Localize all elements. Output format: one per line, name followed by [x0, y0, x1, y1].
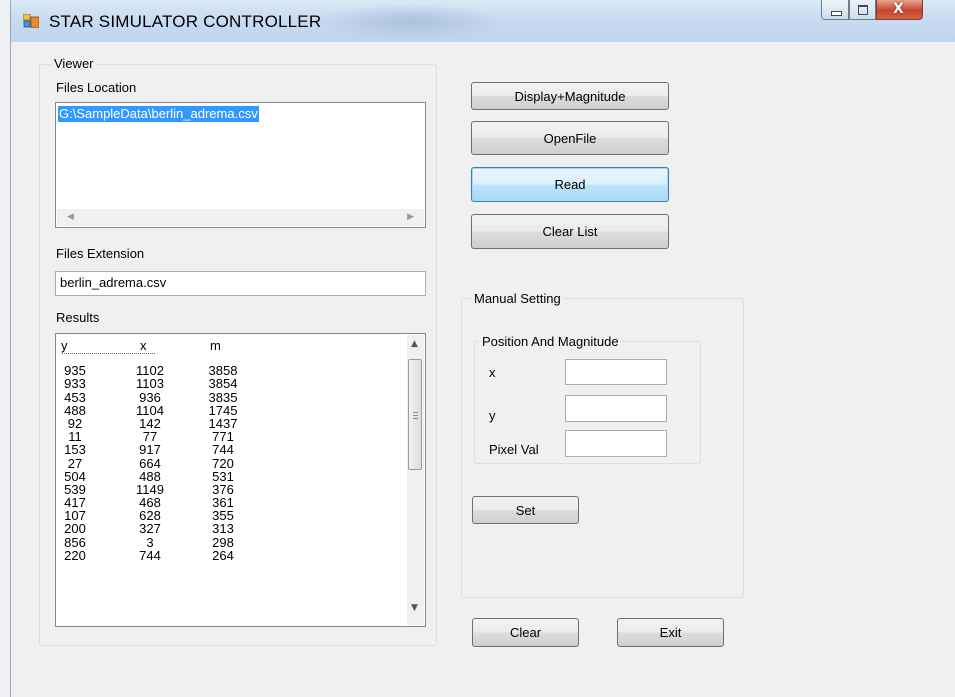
- results-row[interactable]: 220 744 264: [60, 549, 400, 562]
- scroll-right-icon[interactable]: ▶: [407, 212, 414, 222]
- manual-setting-label: Manual Setting: [471, 291, 564, 306]
- display-magnitude-button[interactable]: Display+Magnitude: [471, 82, 669, 110]
- results-header: y x m: [60, 339, 400, 352]
- minimize-button[interactable]: [821, 0, 849, 20]
- files-location-label: Files Location: [56, 80, 137, 95]
- background-edge: [0, 0, 10, 697]
- exit-button[interactable]: Exit: [617, 618, 724, 647]
- clear-button[interactable]: Clear: [472, 618, 579, 647]
- files-location-listbox[interactable]: G:\SampleData\berlin_adrema.csv ◀ ▶: [55, 102, 426, 228]
- read-button[interactable]: Read: [471, 167, 669, 202]
- results-header-m: m: [210, 338, 221, 353]
- main-window: STAR SIMULATOR CONTROLLER X Viewer Files…: [10, 0, 955, 697]
- title-bar[interactable]: STAR SIMULATOR CONTROLLER X: [11, 0, 955, 42]
- results-label: Results: [56, 310, 100, 325]
- close-icon: X: [893, 1, 904, 17]
- results-row[interactable]: 453 936 3835: [60, 390, 400, 403]
- close-button[interactable]: X: [876, 0, 923, 20]
- viewer-group-label: Viewer: [51, 56, 97, 71]
- results-row[interactable]: 933 1103 3854: [60, 377, 400, 390]
- results-row[interactable]: 504 488 531: [60, 469, 400, 482]
- pixel-val-label: Pixel Val: [489, 442, 539, 457]
- results-scroll-thumb[interactable]: [408, 359, 422, 470]
- pixel-val-input[interactable]: [565, 430, 667, 457]
- results-row[interactable]: 488 1104 1745: [60, 404, 400, 417]
- results-header-x: x: [140, 338, 147, 353]
- app-icon: [23, 14, 39, 28]
- scroll-down-icon[interactable]: ▼: [411, 603, 418, 613]
- clear-list-button[interactable]: Clear List: [471, 214, 669, 249]
- results-content: y x m 935 1102 3858 933 1103 3854 453 936 3835…: [60, 339, 400, 562]
- x-input[interactable]: [565, 359, 667, 385]
- results-vertical-scrollbar[interactable]: ▲ ▼: [407, 335, 424, 625]
- files-extension-label: Files Extension: [56, 246, 145, 261]
- files-location-item[interactable]: G:\SampleData\berlin_adrema.csv: [58, 106, 259, 122]
- scroll-up-icon[interactable]: ▲: [411, 339, 418, 349]
- x-label: x: [489, 365, 496, 380]
- open-file-button[interactable]: OpenFile: [471, 121, 669, 155]
- y-label: y: [489, 408, 496, 423]
- maximize-icon: [858, 5, 868, 15]
- scroll-left-icon[interactable]: ◀: [67, 212, 74, 222]
- files-horizontal-scrollbar[interactable]: ◀ ▶: [57, 209, 424, 226]
- grip-icon: [413, 412, 418, 421]
- set-button[interactable]: Set: [472, 496, 579, 524]
- minimize-icon: [831, 11, 842, 16]
- files-extension-input[interactable]: berlin_adrema.csv: [55, 271, 426, 296]
- position-magnitude-label: Position And Magnitude: [479, 334, 622, 349]
- results-listbox[interactable]: y x m 935 1102 3858 933 1103 3854 453 936 3835…: [55, 333, 426, 627]
- results-row[interactable]: 27 664 720: [60, 456, 400, 469]
- y-input[interactable]: [565, 395, 667, 422]
- maximize-button[interactable]: [849, 0, 876, 20]
- window-title: STAR SIMULATOR CONTROLLER: [49, 12, 322, 31]
- results-row[interactable]: 856 3 298: [60, 535, 400, 548]
- results-row[interactable]: 200 327 313: [60, 522, 400, 535]
- results-header-y: y: [61, 338, 68, 353]
- results-row[interactable]: 153 917 744: [60, 443, 400, 456]
